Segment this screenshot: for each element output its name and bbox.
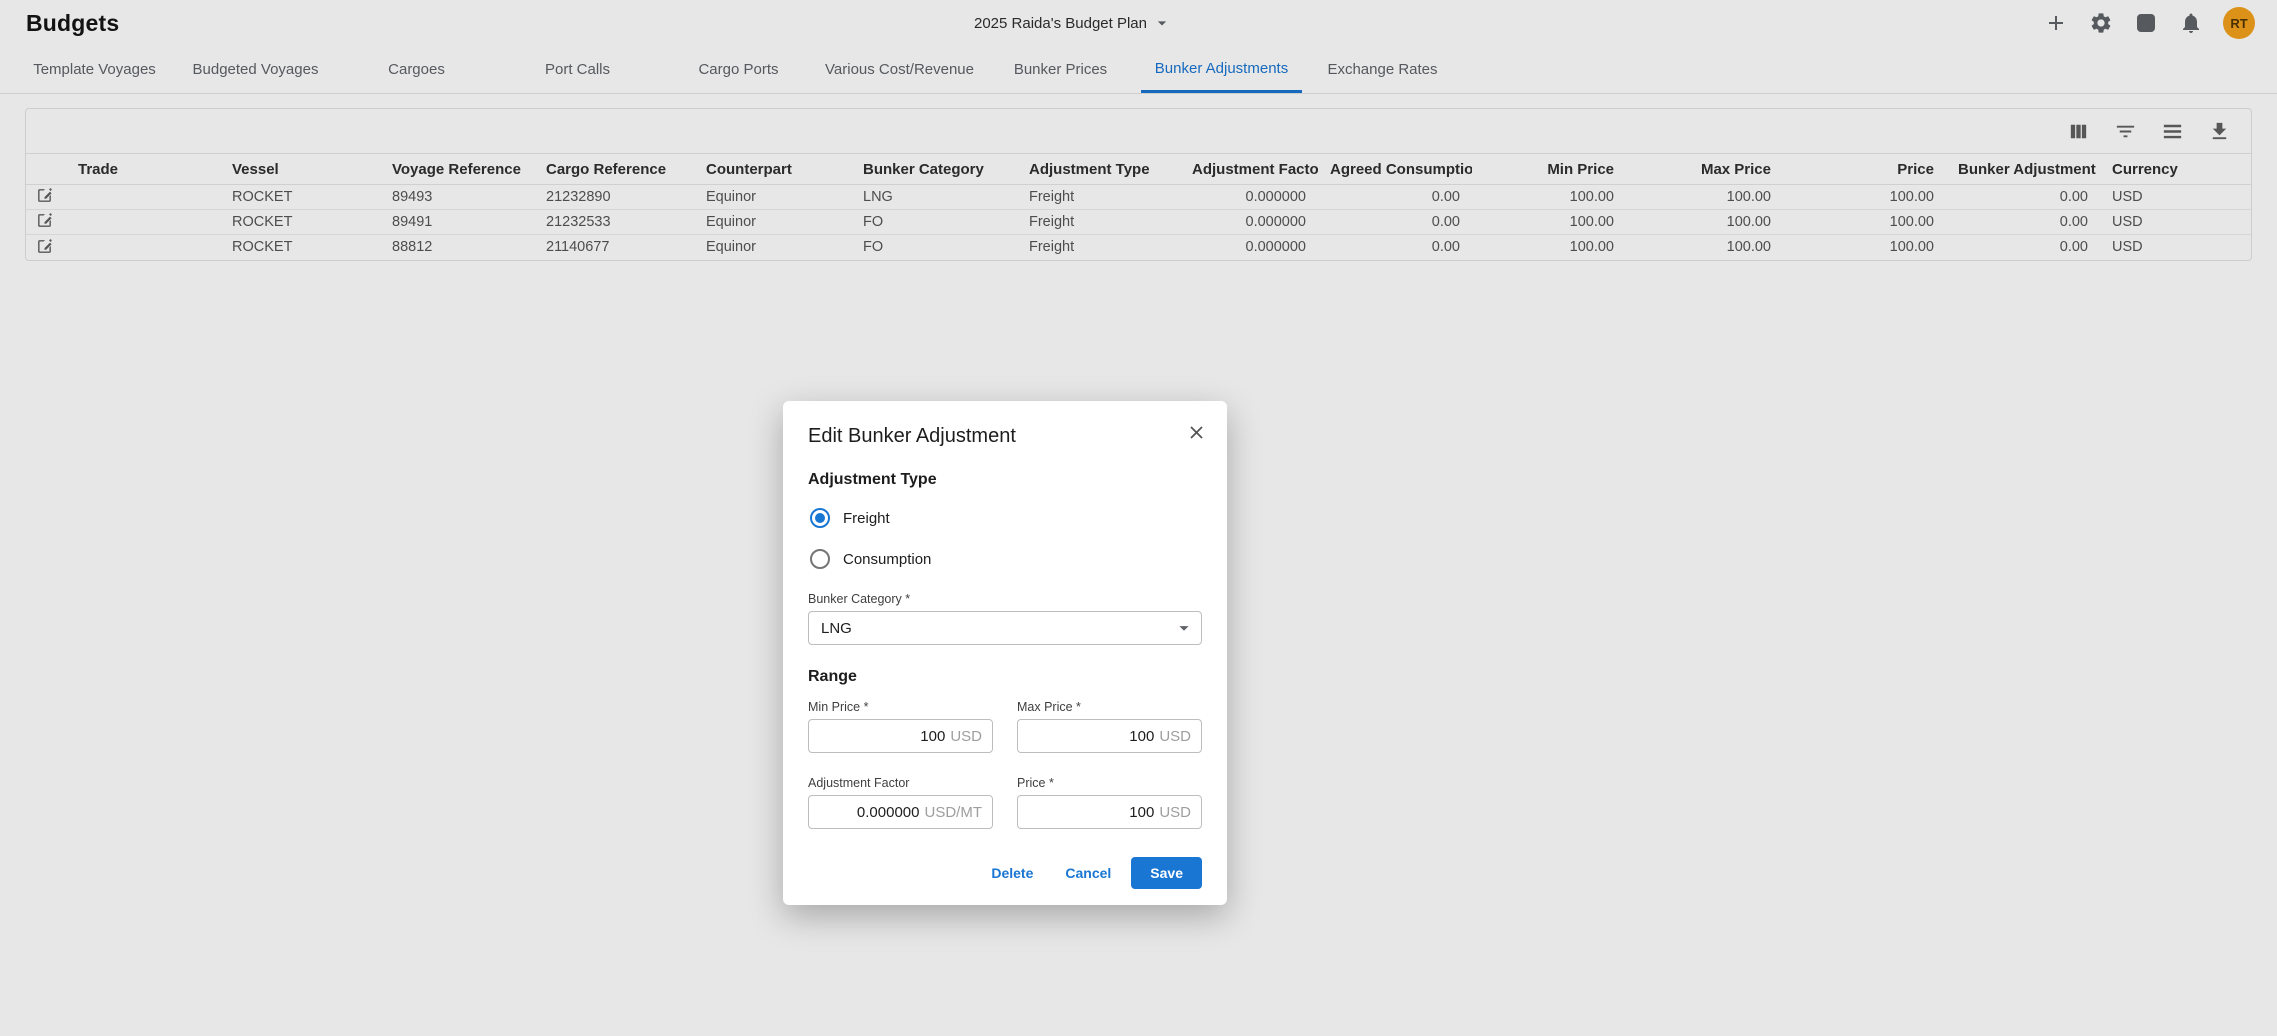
dropdown-arrow-icon <box>1173 617 1195 639</box>
dialog-title: Edit Bunker Adjustment <box>808 425 1202 448</box>
max-price-unit: USD <box>1159 728 1191 745</box>
bunker-category-value: LNG <box>821 620 852 637</box>
max-price-input[interactable]: 100 USD <box>1017 719 1202 753</box>
max-price-value: 100 <box>1129 728 1154 745</box>
cancel-button[interactable]: Cancel <box>1053 857 1123 889</box>
radio-label-freight: Freight <box>843 510 890 527</box>
radio-option-consumption[interactable]: Consumption <box>808 547 1202 571</box>
radio-selected-icon <box>810 508 830 528</box>
price-value: 100 <box>1129 804 1154 821</box>
save-button[interactable]: Save <box>1131 857 1202 889</box>
delete-button[interactable]: Delete <box>979 857 1045 889</box>
min-price-value: 100 <box>920 728 945 745</box>
radio-label-consumption: Consumption <box>843 551 931 568</box>
dialog-actions: Delete Cancel Save <box>808 857 1202 889</box>
price-unit: USD <box>1159 804 1191 821</box>
edit-bunker-adjustment-dialog: Edit Bunker Adjustment Adjustment Type F… <box>783 401 1227 905</box>
price-label: Price * <box>1017 776 1202 790</box>
close-icon <box>1186 422 1207 443</box>
min-price-unit: USD <box>950 728 982 745</box>
adjustment-factor-input[interactable]: 0.000000 USD/MT <box>808 795 993 829</box>
radio-unselected-icon <box>810 549 830 569</box>
min-price-input[interactable]: 100 USD <box>808 719 993 753</box>
max-price-field: Max Price * 100 USD <box>1017 700 1202 753</box>
adjustment-type-section-heading: Adjustment Type <box>808 471 1202 489</box>
min-price-label: Min Price * <box>808 700 993 714</box>
adjustment-factor-label: Adjustment Factor <box>808 776 993 790</box>
max-price-label: Max Price * <box>1017 700 1202 714</box>
price-field: Price * 100 USD <box>1017 776 1202 829</box>
min-price-field: Min Price * 100 USD <box>808 700 993 753</box>
dialog-close-button[interactable] <box>1183 419 1209 445</box>
bunker-category-label: Bunker Category * <box>808 592 1202 606</box>
adjustment-factor-field: Adjustment Factor 0.000000 USD/MT <box>808 776 993 829</box>
bunker-category-select[interactable]: LNG <box>808 611 1202 645</box>
radio-option-freight[interactable]: Freight <box>808 506 1202 530</box>
price-input[interactable]: 100 USD <box>1017 795 1202 829</box>
adjustment-factor-value: 0.000000 <box>857 804 920 821</box>
range-section-heading: Range <box>808 668 1202 686</box>
adjustment-factor-unit: USD/MT <box>925 804 983 821</box>
